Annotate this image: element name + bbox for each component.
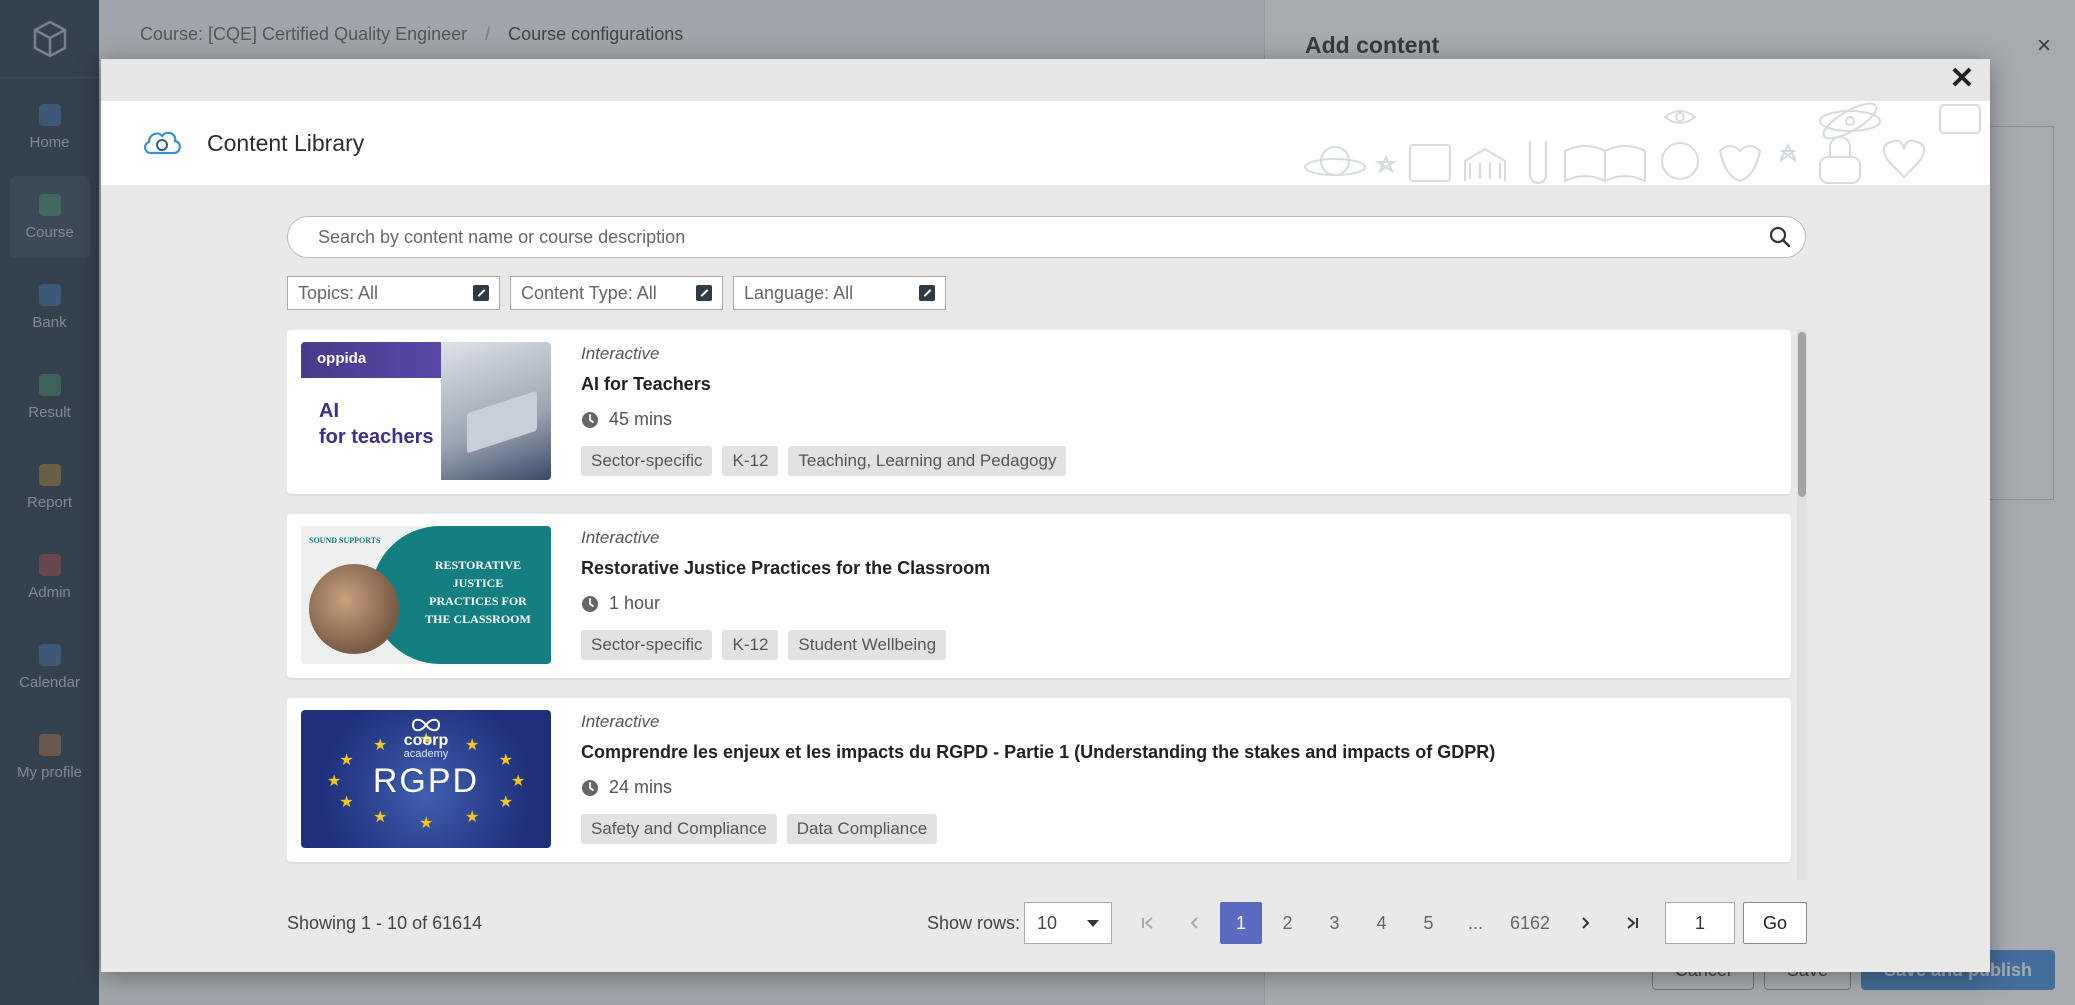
topic-tag: Teaching, Learning and Pedagogy [788, 446, 1067, 476]
content-title[interactable]: Comprendre les enjeux et les impacts du … [581, 742, 1495, 763]
content-details: Interactive AI for Teachers 45 mins Sector-… [581, 342, 1067, 476]
previous-page-button[interactable] [1171, 902, 1218, 944]
close-icon[interactable]: ✕ [1948, 64, 1976, 94]
star-icon: ★ [373, 809, 388, 827]
content-title[interactable]: AI for Teachers [581, 374, 1066, 395]
duration-text: 45 mins [609, 409, 673, 429]
thumb-line: PRACTICES FOR [429, 594, 527, 608]
duration-text: 24 mins [609, 777, 673, 797]
content-type: Interactive [581, 528, 660, 547]
show-rows-label: Show rows: [926, 912, 1020, 933]
modal-title: Content Library [207, 129, 365, 156]
chevron-down-icon [1087, 919, 1099, 927]
modal-topbar: ✕ [101, 59, 1990, 101]
content-card[interactable]: oppida AI for teachers Interactive AI for Te… [287, 330, 1791, 494]
content-details: Interactive Comprendre les enjeux et les … [581, 710, 1495, 844]
page-button-5[interactable]: 5 [1405, 902, 1452, 944]
next-page-button[interactable] [1561, 902, 1608, 944]
content-thumbnail[interactable]: SOUND SUPPORTS RESTORATIVE JUSTICE PRACTICE… [301, 526, 551, 664]
page-button-3[interactable]: 3 [1311, 902, 1358, 944]
star-icon: ★ [419, 815, 434, 832]
thumb-sub: academy [403, 748, 449, 760]
thumb-line2: for teachers [319, 426, 434, 448]
topic-tag: K-12 [722, 630, 779, 660]
modal-header: Content Library [101, 101, 1990, 185]
last-page-button[interactable] [1608, 902, 1655, 944]
content-type: Interactive [581, 712, 660, 731]
content-title[interactable]: Restorative Justice Practices for the Cl… [581, 558, 990, 579]
filter-label: Topics: All [298, 282, 379, 303]
go-to-page-input[interactable] [1665, 902, 1735, 944]
page-button-2[interactable]: 2 [1264, 902, 1311, 944]
page-button-1[interactable]: 1 [1220, 902, 1262, 944]
filter-dropdown[interactable]: Topics: All [287, 276, 500, 310]
list-scrollbar[interactable] [1797, 330, 1807, 880]
pagination: Show rows: 10 12345... 6162 Go [927, 902, 1807, 944]
thumb-brand: oppida [317, 350, 367, 367]
content-duration: 24 mins [581, 777, 1495, 798]
filter-dropdown[interactable]: Content Type: All [510, 276, 723, 310]
rows-per-page-value: 10 [1037, 912, 1058, 933]
tag-list: Safety and Compliance Data Compliance [581, 814, 1495, 844]
filter-dropdown[interactable]: Language: All [733, 276, 946, 310]
topic-tag: Sector-specific [581, 446, 713, 476]
thumb-line1: AI [319, 400, 339, 422]
search-icon[interactable] [1769, 226, 1791, 248]
page-button-6162[interactable]: 6162 [1499, 902, 1561, 944]
clock-icon [582, 595, 598, 612]
first-page-icon [1141, 917, 1153, 929]
rows-per-page-select[interactable]: 10 [1024, 902, 1112, 944]
library-content: Topics: All Content Type: All Language: Al… [287, 216, 1807, 880]
infinity-logo-icon [411, 718, 441, 732]
thumb-word: RGPD [372, 762, 480, 800]
clock-icon [582, 779, 598, 796]
clock-icon [582, 411, 598, 428]
filter-label: Language: All [744, 282, 854, 303]
filter-label: Content Type: All [521, 282, 657, 303]
education-doodles-decoration [1304, 102, 1981, 184]
chevron-left-icon [1190, 917, 1198, 929]
content-list: oppida AI for teachers Interactive AI for Te… [287, 330, 1807, 880]
search-input[interactable] [318, 226, 1769, 248]
edit-icon[interactable] [696, 285, 712, 301]
duration-text: 1 hour [609, 593, 661, 613]
pagination-ellipsis: ... [1467, 912, 1483, 933]
topic-tag: Sector-specific [581, 630, 713, 660]
star-icon: ★ [465, 809, 480, 827]
content-duration: 45 mins [581, 409, 1066, 430]
content-library-modal: ✕ Content Library Search by content name… [101, 59, 1990, 972]
edit-icon[interactable] [919, 285, 935, 301]
topic-tag: Data Compliance [786, 814, 938, 844]
go-button[interactable]: Go [1743, 902, 1807, 944]
content-duration: 1 hour [581, 593, 990, 614]
first-page-button[interactable] [1124, 902, 1171, 944]
thumb-line: JUSTICE [452, 576, 504, 590]
content-thumbnail[interactable]: ★ ★ ★ ★ ★ ★ ★ ★ ★ ★ ★ ★ coorp academy RGPD [301, 710, 551, 848]
content-card[interactable]: ★ ★ ★ ★ ★ ★ ★ ★ ★ ★ ★ ★ coorp academy RGPD Interactive C… [287, 698, 1791, 862]
content-type: Interactive [581, 344, 660, 363]
showing-count: Showing 1 - 10 of 61614 [287, 912, 483, 933]
cloud-library-icon [144, 131, 181, 155]
content-thumbnail[interactable]: oppida AI for teachers [301, 342, 551, 480]
scrollbar-thumb[interactable] [1798, 332, 1806, 497]
search-bar[interactable] [287, 216, 1806, 258]
tag-list: Sector-specific K-12 Teaching, Learning an… [581, 446, 1067, 476]
topic-tag: K-12 [722, 446, 779, 476]
page-button-4[interactable]: 4 [1358, 902, 1405, 944]
edit-icon[interactable] [473, 285, 489, 301]
pagination-footer: Showing 1 - 10 of 61614 Show rows: 10 12… [287, 902, 1807, 944]
chevron-right-icon [1581, 917, 1589, 929]
thumb-line: THE CLASSROOM [425, 612, 531, 626]
topic-tag: Safety and Compliance [581, 814, 777, 844]
thumb-brand: SOUND SUPPORTS [309, 536, 381, 545]
last-page-icon [1626, 917, 1638, 929]
tag-list: Sector-specific K-12 Student Wellbeing [581, 630, 990, 660]
topic-tag: Student Wellbeing [788, 630, 947, 660]
thumb-line: RESTORATIVE [434, 558, 522, 572]
content-details: Interactive Restorative Justice Practices… [581, 526, 990, 660]
content-card[interactable]: SOUND SUPPORTS RESTORATIVE JUSTICE PRACTICE… [287, 514, 1791, 678]
filter-bar: Topics: All Content Type: All Language: Al… [287, 276, 1807, 310]
